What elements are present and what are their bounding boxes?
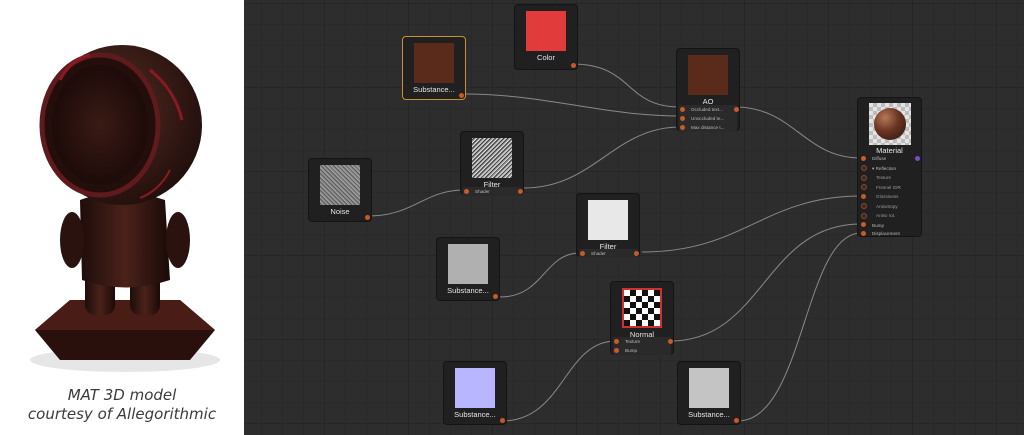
filter-white-thumbnail <box>588 200 628 240</box>
node-filter-1[interactable]: Filter Shader <box>460 131 524 196</box>
render-preview-panel: MAT 3D model courtesy of Allegorithmic <box>0 0 244 435</box>
output-port[interactable] <box>459 93 464 98</box>
input-port[interactable] <box>680 107 685 112</box>
output-port[interactable] <box>734 418 739 423</box>
input-row-unoccluded[interactable]: Unoccluded te... <box>679 114 737 123</box>
input-row-displacement[interactable]: Displacement <box>860 229 919 239</box>
normal-map-thumbnail <box>455 368 495 408</box>
mat-character-render <box>30 45 220 372</box>
input-port[interactable] <box>614 348 619 353</box>
color-swatch <box>526 11 566 51</box>
input-row-texture[interactable]: Texture <box>860 173 919 183</box>
node-substance-top[interactable]: Substance... <box>402 36 466 100</box>
output-port[interactable] <box>365 215 370 220</box>
wire-gray-filter2 <box>499 252 581 298</box>
node-ao[interactable]: AO Occluded text... Unoccluded te... Max… <box>676 48 740 132</box>
wire-filter2-material <box>641 195 862 253</box>
wire-ao-material <box>734 106 862 159</box>
node-noise[interactable]: Noise <box>308 158 372 222</box>
node-title: Color <box>537 53 555 62</box>
wire-filter1-ao <box>523 126 681 189</box>
node-color[interactable]: Color <box>514 4 578 70</box>
wire-normal-material <box>669 223 862 342</box>
node-material[interactable]: Material Diffuse ▾ Reflection Texture Fr… <box>857 97 922 237</box>
wire-noise-filter1 <box>367 189 465 217</box>
input-row-max-distance[interactable]: Max distance t... <box>679 123 737 132</box>
output-port[interactable] <box>734 107 739 112</box>
output-port[interactable] <box>493 294 498 299</box>
input-port[interactable] <box>861 184 867 190</box>
input-row-bump[interactable]: Bump <box>613 346 671 355</box>
node-filter-2[interactable]: Filter Shader <box>576 193 640 258</box>
node-editor-canvas[interactable]: Substance... Color AO Occluded text... U… <box>244 0 1024 435</box>
input-row-glossiness[interactable]: Glossiness <box>860 192 919 202</box>
input-port[interactable] <box>861 175 867 181</box>
noise-thumbnail <box>320 165 360 205</box>
input-port[interactable] <box>680 116 685 121</box>
input-port[interactable] <box>861 194 866 199</box>
caption-line-1: MAT 3D model <box>67 386 177 404</box>
filter-noise-thumbnail <box>472 138 512 178</box>
wire-substance-ao <box>464 93 681 117</box>
input-row-reflection[interactable]: ▾ Reflection <box>860 164 919 174</box>
input-row-aniso-rot[interactable]: Aniso rot. <box>860 211 919 221</box>
input-port[interactable] <box>464 189 469 194</box>
light-gray-texture-thumbnail <box>689 368 729 408</box>
sphere-preview-icon <box>869 103 911 145</box>
node-title: Noise <box>330 207 350 216</box>
node-title: Substance... <box>688 410 730 419</box>
input-row-diffuse[interactable]: Diffuse <box>860 154 919 164</box>
node-title: Substance... <box>454 410 496 419</box>
ao-texture-thumbnail <box>688 55 728 95</box>
input-port[interactable] <box>861 156 866 161</box>
node-normal[interactable]: Normal Texture Bump <box>610 281 674 355</box>
node-substance-gray[interactable]: Substance... <box>436 237 500 301</box>
input-row-shader[interactable]: Shader <box>579 249 637 258</box>
output-port[interactable] <box>915 156 920 161</box>
wire-color-ao <box>571 63 681 108</box>
input-port[interactable] <box>861 213 867 219</box>
input-port[interactable] <box>861 203 867 209</box>
input-port[interactable] <box>680 125 685 130</box>
output-port[interactable] <box>500 418 505 423</box>
input-port[interactable] <box>861 231 866 236</box>
input-port[interactable] <box>580 251 585 256</box>
node-title: Substance... <box>413 85 455 94</box>
output-port[interactable] <box>634 251 639 256</box>
input-port[interactable] <box>861 222 866 227</box>
input-port[interactable] <box>861 165 867 171</box>
input-row-occluded[interactable]: Occluded text... <box>679 105 737 114</box>
wire-blue-normal <box>501 340 617 422</box>
input-row-fresnel-ior[interactable]: Fresnel IOR <box>860 183 919 193</box>
output-port[interactable] <box>518 189 523 194</box>
node-title: Substance... <box>447 286 489 295</box>
wood-texture-thumbnail <box>414 43 454 83</box>
input-port[interactable] <box>614 339 619 344</box>
input-row-anisotropy[interactable]: Anisotropy <box>860 202 919 212</box>
node-substance-blue[interactable]: Substance... <box>443 361 507 425</box>
caption-line-2: courtesy of Allegorithmic <box>27 405 217 423</box>
wire-light-material <box>737 232 862 422</box>
input-row-texture[interactable]: Texture <box>613 337 671 346</box>
checker-icon <box>622 288 662 328</box>
output-port[interactable] <box>668 339 673 344</box>
output-port[interactable] <box>571 63 576 68</box>
input-row-shader[interactable]: Shader <box>463 187 521 196</box>
gray-texture-thumbnail <box>448 244 488 284</box>
node-substance-light[interactable]: Substance... <box>677 361 741 425</box>
